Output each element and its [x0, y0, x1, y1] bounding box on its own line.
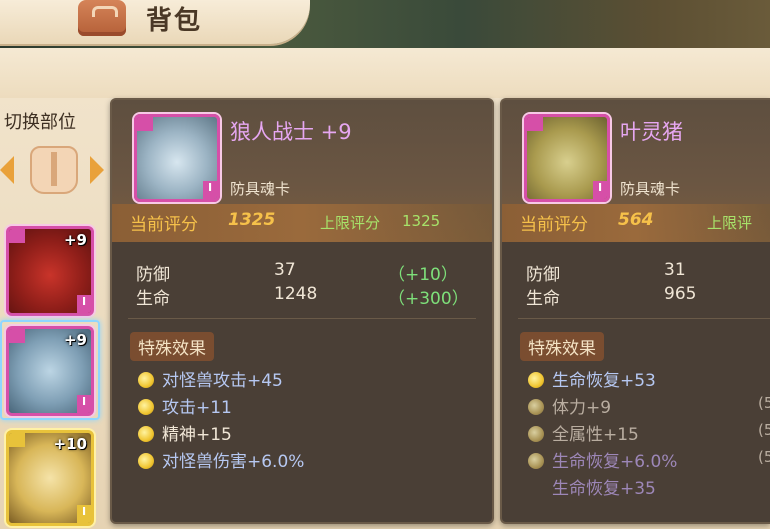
rarity-badge: I	[77, 395, 91, 413]
stat-label: 防御	[526, 265, 560, 285]
rarity-badge: I	[77, 505, 91, 523]
effect-item: 体力+9	[528, 393, 611, 418]
effect-text: 攻击+11	[162, 398, 232, 418]
rank-corner-icon	[9, 433, 25, 447]
arrow-right-icon[interactable]	[90, 156, 104, 184]
soul-card-thumbnail[interactable]: +9 I	[6, 226, 94, 316]
card-portrait-werewolf: I	[134, 114, 220, 202]
rank-corner-icon	[9, 329, 25, 343]
effect-text: 全属性+15	[552, 425, 639, 445]
card-level: +10	[53, 435, 87, 453]
effect-item: 全属性+15	[528, 420, 639, 445]
coin-icon	[528, 426, 544, 442]
arrow-left-icon[interactable]	[0, 156, 14, 184]
max-score-label: 上限评分	[320, 214, 381, 232]
coin-icon	[138, 399, 154, 415]
stat-value: 37	[274, 260, 296, 280]
effect-item: 对怪兽伤害+6.0%	[138, 447, 304, 472]
soul-card-thumbnail[interactable]: +10 I	[6, 430, 94, 526]
current-score-label: 当前评分	[130, 215, 198, 235]
effect-text: 对怪兽伤害+6.0%	[162, 452, 305, 472]
effect-note: (5	[758, 448, 770, 466]
current-score-value: 564	[618, 210, 654, 230]
coin-icon	[528, 453, 544, 469]
card-portrait-leaf-boar: I	[524, 114, 610, 202]
divider	[128, 318, 476, 319]
equipped-card-panel: I 狼人战士 +9 防具魂卡 当前评分 1325 上限评分 1325 防御 37…	[110, 98, 494, 524]
effect-note: (5	[758, 394, 770, 412]
stat-label: 防御	[136, 265, 170, 285]
card-name: 狼人战士 +9	[230, 120, 352, 144]
stat-bonus: （+300）	[388, 289, 469, 309]
parchment-bar	[0, 48, 770, 98]
rarity-badge: I	[77, 295, 91, 313]
max-score-label: 上限评	[707, 214, 753, 232]
effect-note: (5	[758, 421, 770, 439]
effect-item: 生命恢复+6.0%	[528, 447, 677, 472]
stat-bonus: （+10）	[388, 265, 458, 285]
card-type: 防具魂卡	[620, 180, 681, 198]
rank-corner-icon	[137, 117, 153, 131]
armor-slot-selector[interactable]	[0, 140, 110, 200]
effect-text: 生命恢复+53	[552, 371, 656, 391]
card-level: +9	[63, 231, 87, 249]
stat-label: 生命	[136, 289, 170, 309]
coin-icon	[528, 399, 544, 415]
effect-item: 生命恢复+35	[552, 474, 656, 499]
card-level: +9	[63, 331, 87, 349]
stat-value: 31	[664, 260, 686, 280]
rank-corner-icon	[9, 229, 25, 243]
header-banner: 背包	[0, 0, 310, 44]
effect-item: 生命恢复+53	[528, 366, 656, 391]
stat-label: 生命	[526, 289, 560, 309]
rarity-badge: I	[593, 181, 607, 199]
divider	[518, 318, 770, 319]
coin-icon	[528, 372, 544, 388]
coin-icon	[138, 372, 154, 388]
current-score-label: 当前评分	[520, 215, 588, 235]
effect-item: 攻击+11	[138, 393, 232, 418]
rank-corner-icon	[527, 117, 543, 131]
effect-text: 生命恢复+35	[552, 479, 656, 499]
effect-item: 对怪兽攻击+45	[138, 366, 283, 391]
effect-text: 生命恢复+6.0%	[552, 452, 678, 472]
background-scene: 背包	[0, 0, 770, 48]
backpack-icon	[78, 0, 126, 36]
stat-value: 965	[664, 284, 697, 304]
max-score-value: 1325	[402, 212, 441, 230]
page-title: 背包	[146, 6, 203, 36]
effects-title: 特殊效果	[130, 332, 214, 361]
stat-value: 1248	[274, 284, 318, 304]
effect-item: 精神+15	[138, 420, 232, 445]
soul-card-thumbnail[interactable]: +9 I	[6, 326, 94, 416]
compare-card-panel: I 叶灵猪 防具魂卡 当前评分 564 上限评 防御 31 生命 965 特殊效…	[500, 98, 770, 524]
effects-title: 特殊效果	[520, 332, 604, 361]
switch-slot-label: 切换部位	[4, 112, 76, 133]
current-score-value: 1325	[228, 210, 276, 230]
card-type: 防具魂卡	[230, 180, 291, 198]
effect-text: 体力+9	[552, 398, 612, 418]
coin-icon	[138, 426, 154, 442]
effect-text: 对怪兽攻击+45	[162, 371, 283, 391]
card-name: 叶灵猪	[620, 120, 683, 144]
coin-icon	[138, 453, 154, 469]
effect-text: 精神+15	[162, 425, 232, 445]
armor-icon	[30, 146, 78, 194]
rarity-badge: I	[203, 181, 217, 199]
